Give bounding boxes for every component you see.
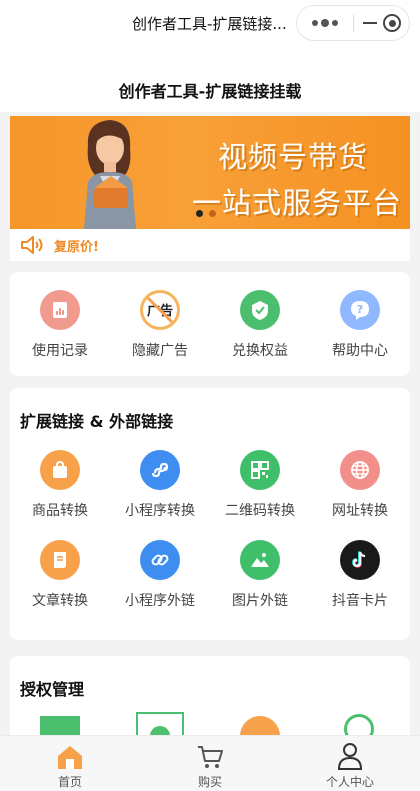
shopping-bag-icon xyxy=(40,450,80,490)
minimize-icon[interactable] xyxy=(363,22,377,24)
exchange-icon xyxy=(240,290,280,330)
link-item-miniprogram-convert[interactable]: 小程序转换 xyxy=(110,450,210,520)
link-item-qrcode-convert[interactable]: 二维码转换 xyxy=(210,450,310,520)
link-item-product-convert[interactable]: 商品转换 xyxy=(10,450,110,520)
page-title: 创作者工具-扩展链接挂载 xyxy=(118,82,302,101)
quick-item-usage-records[interactable]: 使用记录 xyxy=(10,290,110,360)
article-icon xyxy=(40,540,80,580)
tiktok-icon xyxy=(340,540,380,580)
quick-item-label: 兑换权益 xyxy=(232,343,288,359)
tab-purchase[interactable]: 购买 xyxy=(140,736,280,791)
bottom-tab-bar: 首页 购买 个人中心 xyxy=(0,735,420,791)
link-item-url-convert[interactable]: 网址转换 xyxy=(310,450,410,520)
home-icon xyxy=(58,746,82,769)
auth-section-title: 授权管理 xyxy=(20,680,85,699)
links-section-title: 扩展链接 & 外部链接 xyxy=(20,412,174,431)
user-icon xyxy=(337,743,363,770)
tab-home[interactable]: 首页 xyxy=(0,736,140,791)
help-icon: ? xyxy=(340,290,380,330)
link-item-label: 网址转换 xyxy=(332,503,388,519)
link-icon xyxy=(140,540,180,580)
tab-profile[interactable]: 个人中心 xyxy=(280,736,420,791)
link-item-label: 小程序转换 xyxy=(125,503,195,519)
globe-icon xyxy=(340,450,380,490)
close-miniapp-icon[interactable] xyxy=(383,14,401,32)
tab-profile-label: 个人中心 xyxy=(325,775,374,789)
qrcode-icon xyxy=(240,450,280,490)
link-item-image-link[interactable]: 图片外链 xyxy=(210,540,310,610)
tab-purchase-label: 购买 xyxy=(197,775,222,789)
speaker-icon xyxy=(21,236,43,254)
tab-home-label: 首页 xyxy=(57,775,82,789)
link-item-label: 小程序外链 xyxy=(125,593,195,609)
no-ads-icon: 广告 xyxy=(140,290,180,330)
quick-item-redeem-benefits[interactable]: 兑换权益 xyxy=(210,290,310,360)
banner-dot-2[interactable] xyxy=(209,210,216,217)
more-dots-icon[interactable] xyxy=(297,6,353,40)
record-icon xyxy=(40,290,80,330)
quick-item-hide-ads[interactable]: 广告 隐藏广告 xyxy=(110,290,210,360)
link-item-label: 抖音卡片 xyxy=(332,593,388,609)
link-item-label: 二维码转换 xyxy=(225,503,295,519)
app-title: 创作者工具-扩展链接... xyxy=(132,15,287,33)
miniapp-capsule xyxy=(296,5,410,41)
svg-text:?: ? xyxy=(357,303,363,316)
close-miniapp-button[interactable] xyxy=(354,6,410,40)
navigation-bar: 创作者工具-扩展链接挂载 xyxy=(0,46,420,112)
window-header: 创作者工具-扩展链接... xyxy=(0,0,420,46)
notice-text: 复原价! xyxy=(54,240,99,255)
quick-menu-card: 使用记录 广告 隐藏广告 兑换权益 ? 帮助中心 xyxy=(10,272,410,376)
link-item-label: 文章转换 xyxy=(32,593,88,609)
banner-headline: 视频号带货 xyxy=(218,140,369,174)
link-item-miniprogram-link[interactable]: 小程序外链 xyxy=(110,540,210,610)
miniprogram-icon xyxy=(140,450,180,490)
image-icon xyxy=(240,540,280,580)
quick-item-help-center[interactable]: ? 帮助中心 xyxy=(310,290,410,360)
link-item-tiktok-card[interactable]: 抖音卡片 xyxy=(310,540,410,610)
banner-pagination xyxy=(196,210,216,217)
quick-item-label: 帮助中心 xyxy=(332,343,388,359)
links-section-card: 扩展链接 & 外部链接 商品转换 小程序转换 二维码转换 网址转换 文章转换 小… xyxy=(10,388,410,640)
link-item-article-convert[interactable]: 文章转换 xyxy=(10,540,110,610)
auth-section-card: 授权管理 xyxy=(10,656,410,746)
quick-item-label: 隐藏广告 xyxy=(132,343,188,359)
banner-woman-illustration xyxy=(84,120,136,229)
link-item-label: 图片外链 xyxy=(232,593,288,609)
cart-icon xyxy=(198,746,223,768)
notice-bar[interactable]: 复原价! xyxy=(10,229,410,261)
banner-dot-1[interactable] xyxy=(196,210,203,217)
quick-item-label: 使用记录 xyxy=(32,343,88,359)
banner-subheadline: 一站式服务平台 xyxy=(192,186,403,220)
link-item-label: 商品转换 xyxy=(32,503,88,519)
